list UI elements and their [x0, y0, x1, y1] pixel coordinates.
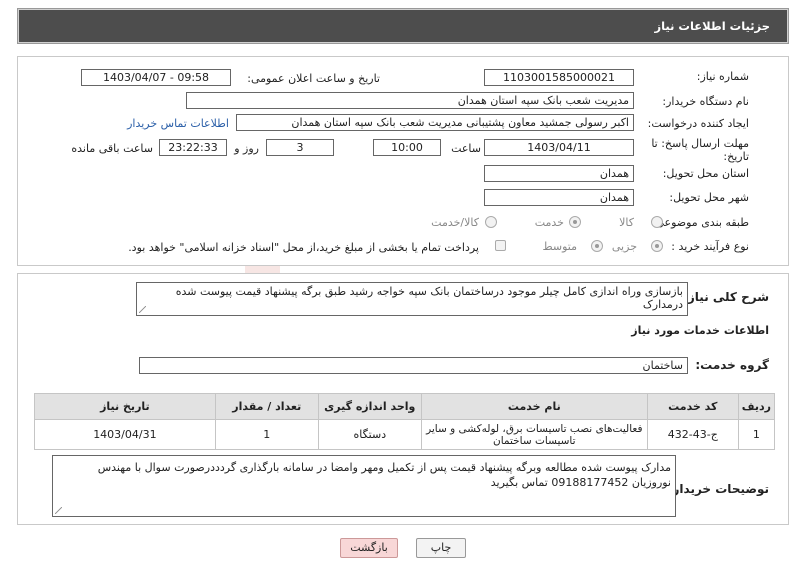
delivery-province-field: همدان [484, 165, 634, 182]
buyer-notes-content: مدارک پیوست شده مطالعه وبرگه پیشنهاد قیم… [97, 461, 671, 489]
buyer-notes-text: مدارک پیوست شده مطالعه وبرگه پیشنهاد قیم… [52, 455, 676, 517]
deadline-date-field: 1403/04/11 [484, 139, 634, 156]
treasury-note: پرداخت تمام یا بخشی از مبلغ خرید،از محل … [128, 241, 479, 254]
category-label: طبقه بندی موضوعی: [651, 216, 749, 229]
announce-datetime-field: 1403/04/07 - 09:58 [81, 69, 231, 86]
time-remaining-field: 23:22:33 [159, 139, 227, 156]
cell-date: 1403/04/31 [34, 419, 216, 450]
category-radio-goods-service[interactable] [485, 216, 497, 228]
buyer-org-field: مدیریت شعب بانک سپه استان همدان [186, 92, 634, 109]
services-table: ردیف کد خدمت نام خدمت واحد اندازه گیری ت… [34, 393, 776, 450]
resize-handle-icon[interactable] [139, 306, 146, 313]
summary-label: شرح کلی نیاز: [683, 290, 769, 304]
col-code: کد خدمت [646, 393, 739, 420]
category-radio-goods[interactable] [651, 216, 663, 228]
buyer-notes-label: توضیحات خریدار: [667, 482, 769, 496]
delivery-city-label: شهر محل تحویل: [669, 191, 749, 204]
purchase-type-radio-medium[interactable] [591, 240, 603, 252]
treasury-checkbox[interactable] [495, 240, 506, 251]
cell-row: 1 [737, 419, 776, 450]
cell-name: فعالیت‌های نصب تاسیسات برق، لوله‌کشی و س… [420, 419, 648, 450]
service-group-field: ساختمان [139, 357, 688, 374]
deadline-time-label: ساعت [451, 142, 481, 155]
time-remaining-label: ساعت باقی مانده [71, 142, 153, 155]
col-qty: تعداد / مقدار [214, 393, 319, 420]
resize-handle-icon[interactable] [55, 507, 62, 514]
category-option-service: خدمت [534, 216, 564, 229]
cell-code: ج-43-432 [646, 419, 739, 450]
table-header-row: ردیف کد خدمت نام خدمت واحد اندازه گیری ت… [34, 393, 776, 420]
requester-label: ایجاد کننده درخواست: [647, 117, 749, 130]
back-button[interactable]: بازگشت [340, 538, 398, 558]
delivery-province-label: استان محل تحویل: [662, 167, 749, 180]
days-label: روز و [234, 142, 259, 155]
cell-unit: دستگاه [317, 419, 422, 450]
announce-datetime-label: تاریخ و ساعت اعلان عمومی: [247, 72, 380, 85]
services-section-title: اطلاعات خدمات مورد نیاز [631, 324, 769, 337]
purchase-type-label: نوع فرآیند خرید : [671, 240, 749, 253]
service-group-label: گروه خدمت: [695, 358, 769, 372]
requester-field: اکبر رسولی جمشید معاون پشتیبانی مدیریت ش… [236, 114, 634, 131]
col-date: تاریخ نیاز [34, 393, 216, 420]
deadline-label: مهلت ارسال پاسخ: تا تاریخ: [651, 137, 749, 163]
buyer-contact-link[interactable]: اطلاعات تماس خریدار [127, 117, 229, 130]
page-title: جزئیات اطلاعات نیاز [654, 19, 770, 33]
buyer-org-label: نام دستگاه خریدار: [662, 95, 749, 108]
category-option-goods: کالا [619, 216, 634, 229]
category-option-goods-service: کالا/خدمت [431, 216, 479, 229]
col-unit: واحد اندازه گیری [317, 393, 422, 420]
need-number-label: شماره نیاز: [696, 70, 749, 83]
need-number-field: 1103001585000021 [484, 69, 634, 86]
print-button[interactable]: چاپ [416, 538, 466, 558]
purchase-type-option-minor: جزیی [611, 240, 637, 253]
days-remaining-field: 3 [266, 139, 334, 156]
page-title-bar: جزئیات اطلاعات نیاز [17, 8, 789, 44]
cell-qty: 1 [214, 419, 319, 450]
col-name: نام خدمت [420, 393, 648, 420]
summary-text: بازسازی وراه اندازی کامل چیلر موجود درسا… [136, 282, 688, 316]
purchase-type-radio-minor[interactable] [651, 240, 663, 252]
deadline-time-field: 10:00 [373, 139, 441, 156]
summary-text-content: بازسازی وراه اندازی کامل چیلر موجود درسا… [175, 285, 683, 311]
table-row: 1 ج-43-432 فعالیت‌های نصب تاسیسات برق، ل… [34, 419, 776, 450]
purchase-type-option-medium: متوسط [542, 240, 577, 253]
delivery-city-field: همدان [484, 189, 634, 206]
category-radio-service[interactable] [569, 216, 581, 228]
col-row: ردیف [737, 393, 776, 420]
